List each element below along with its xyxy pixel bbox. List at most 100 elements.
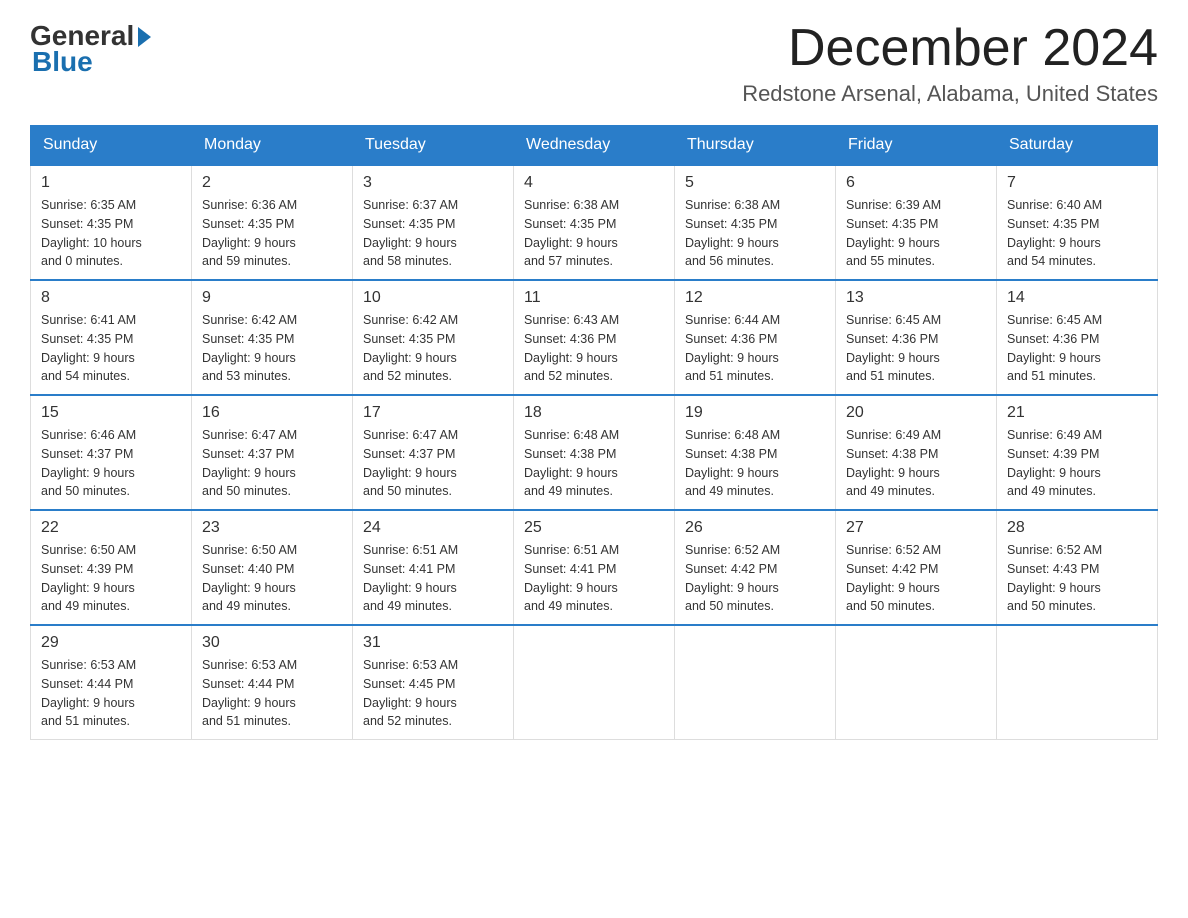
- table-row: [675, 625, 836, 740]
- day-number: 15: [41, 404, 181, 422]
- header-tuesday: Tuesday: [353, 126, 514, 166]
- day-number: 31: [363, 634, 503, 652]
- day-number: 19: [685, 404, 825, 422]
- table-row: 8 Sunrise: 6:41 AMSunset: 4:35 PMDaylight…: [31, 280, 192, 395]
- logo-blue: Blue: [32, 46, 93, 78]
- day-number: 17: [363, 404, 503, 422]
- day-info: Sunrise: 6:46 AMSunset: 4:37 PMDaylight:…: [41, 426, 181, 501]
- day-number: 11: [524, 289, 664, 307]
- table-row: 24 Sunrise: 6:51 AMSunset: 4:41 PMDayligh…: [353, 510, 514, 625]
- day-info: Sunrise: 6:51 AMSunset: 4:41 PMDaylight:…: [363, 541, 503, 616]
- table-row: [997, 625, 1158, 740]
- day-info: Sunrise: 6:52 AMSunset: 4:42 PMDaylight:…: [685, 541, 825, 616]
- header-monday: Monday: [192, 126, 353, 166]
- day-info: Sunrise: 6:35 AMSunset: 4:35 PMDaylight:…: [41, 196, 181, 271]
- day-number: 25: [524, 519, 664, 537]
- table-row: 9 Sunrise: 6:42 AMSunset: 4:35 PMDaylight…: [192, 280, 353, 395]
- table-row: 2 Sunrise: 6:36 AMSunset: 4:35 PMDaylight…: [192, 165, 353, 280]
- title-area: December 2024 Redstone Arsenal, Alabama,…: [742, 20, 1158, 107]
- calendar-week-row: 22 Sunrise: 6:50 AMSunset: 4:39 PMDayligh…: [31, 510, 1158, 625]
- table-row: 25 Sunrise: 6:51 AMSunset: 4:41 PMDayligh…: [514, 510, 675, 625]
- header-friday: Friday: [836, 126, 997, 166]
- day-number: 20: [846, 404, 986, 422]
- header-wednesday: Wednesday: [514, 126, 675, 166]
- table-row: 18Sunrise: 6:48 AMSunset: 4:38 PMDayligh…: [514, 395, 675, 510]
- day-info: Sunrise: 6:45 AMSunset: 4:36 PMDaylight:…: [846, 311, 986, 386]
- day-number: 13: [846, 289, 986, 307]
- header-thursday: Thursday: [675, 126, 836, 166]
- table-row: 15 Sunrise: 6:46 AMSunset: 4:37 PMDayligh…: [31, 395, 192, 510]
- table-row: 1Sunrise: 6:35 AMSunset: 4:35 PMDaylight…: [31, 165, 192, 280]
- location-subtitle: Redstone Arsenal, Alabama, United States: [742, 81, 1158, 107]
- table-row: 5 Sunrise: 6:38 AMSunset: 4:35 PMDaylight…: [675, 165, 836, 280]
- table-row: 30 Sunrise: 6:53 AMSunset: 4:44 PMDayligh…: [192, 625, 353, 740]
- table-row: 12Sunrise: 6:44 AMSunset: 4:36 PMDayligh…: [675, 280, 836, 395]
- day-number: 14: [1007, 289, 1147, 307]
- table-row: 17 Sunrise: 6:47 AMSunset: 4:37 PMDayligh…: [353, 395, 514, 510]
- day-number: 28: [1007, 519, 1147, 537]
- day-info: Sunrise: 6:53 AMSunset: 4:45 PMDaylight:…: [363, 656, 503, 731]
- day-info: Sunrise: 6:41 AMSunset: 4:35 PMDaylight:…: [41, 311, 181, 386]
- day-number: 30: [202, 634, 342, 652]
- day-info: Sunrise: 6:36 AMSunset: 4:35 PMDaylight:…: [202, 196, 342, 271]
- header-saturday: Saturday: [997, 126, 1158, 166]
- day-number: 6: [846, 174, 986, 192]
- calendar-week-row: 29 Sunrise: 6:53 AMSunset: 4:44 PMDayligh…: [31, 625, 1158, 740]
- table-row: 26 Sunrise: 6:52 AMSunset: 4:42 PMDayligh…: [675, 510, 836, 625]
- day-info: Sunrise: 6:49 AMSunset: 4:39 PMDaylight:…: [1007, 426, 1147, 501]
- day-number: 24: [363, 519, 503, 537]
- table-row: 11Sunrise: 6:43 AMSunset: 4:36 PMDayligh…: [514, 280, 675, 395]
- table-row: 14 Sunrise: 6:45 AMSunset: 4:36 PMDayligh…: [997, 280, 1158, 395]
- day-info: Sunrise: 6:42 AMSunset: 4:35 PMDaylight:…: [363, 311, 503, 386]
- day-number: 21: [1007, 404, 1147, 422]
- table-row: [514, 625, 675, 740]
- day-info: Sunrise: 6:40 AMSunset: 4:35 PMDaylight:…: [1007, 196, 1147, 271]
- table-row: 28Sunrise: 6:52 AMSunset: 4:43 PMDayligh…: [997, 510, 1158, 625]
- day-info: Sunrise: 6:38 AMSunset: 4:35 PMDaylight:…: [685, 196, 825, 271]
- day-info: Sunrise: 6:53 AMSunset: 4:44 PMDaylight:…: [41, 656, 181, 731]
- table-row: 27Sunrise: 6:52 AMSunset: 4:42 PMDayligh…: [836, 510, 997, 625]
- table-row: 19Sunrise: 6:48 AMSunset: 4:38 PMDayligh…: [675, 395, 836, 510]
- day-number: 5: [685, 174, 825, 192]
- table-row: 3 Sunrise: 6:37 AMSunset: 4:35 PMDaylight…: [353, 165, 514, 280]
- table-row: 20 Sunrise: 6:49 AMSunset: 4:38 PMDayligh…: [836, 395, 997, 510]
- calendar-week-row: 1Sunrise: 6:35 AMSunset: 4:35 PMDaylight…: [31, 165, 1158, 280]
- day-info: Sunrise: 6:50 AMSunset: 4:40 PMDaylight:…: [202, 541, 342, 616]
- day-number: 22: [41, 519, 181, 537]
- day-number: 23: [202, 519, 342, 537]
- day-info: Sunrise: 6:53 AMSunset: 4:44 PMDaylight:…: [202, 656, 342, 731]
- table-row: 23 Sunrise: 6:50 AMSunset: 4:40 PMDayligh…: [192, 510, 353, 625]
- day-number: 27: [846, 519, 986, 537]
- day-info: Sunrise: 6:51 AMSunset: 4:41 PMDaylight:…: [524, 541, 664, 616]
- day-info: Sunrise: 6:38 AMSunset: 4:35 PMDaylight:…: [524, 196, 664, 271]
- table-row: 6Sunrise: 6:39 AMSunset: 4:35 PMDaylight…: [836, 165, 997, 280]
- table-row: 10Sunrise: 6:42 AMSunset: 4:35 PMDayligh…: [353, 280, 514, 395]
- day-number: 2: [202, 174, 342, 192]
- weekday-header-row: Sunday Monday Tuesday Wednesday Thursday…: [31, 126, 1158, 166]
- day-number: 9: [202, 289, 342, 307]
- day-info: Sunrise: 6:50 AMSunset: 4:39 PMDaylight:…: [41, 541, 181, 616]
- table-row: 16 Sunrise: 6:47 AMSunset: 4:37 PMDayligh…: [192, 395, 353, 510]
- day-number: 3: [363, 174, 503, 192]
- day-info: Sunrise: 6:47 AMSunset: 4:37 PMDaylight:…: [202, 426, 342, 501]
- day-number: 29: [41, 634, 181, 652]
- table-row: [836, 625, 997, 740]
- day-number: 4: [524, 174, 664, 192]
- table-row: 29 Sunrise: 6:53 AMSunset: 4:44 PMDayligh…: [31, 625, 192, 740]
- day-number: 16: [202, 404, 342, 422]
- table-row: 31 Sunrise: 6:53 AMSunset: 4:45 PMDayligh…: [353, 625, 514, 740]
- day-info: Sunrise: 6:45 AMSunset: 4:36 PMDaylight:…: [1007, 311, 1147, 386]
- month-year-title: December 2024: [742, 20, 1158, 77]
- day-info: Sunrise: 6:47 AMSunset: 4:37 PMDaylight:…: [363, 426, 503, 501]
- day-info: Sunrise: 6:37 AMSunset: 4:35 PMDaylight:…: [363, 196, 503, 271]
- day-number: 8: [41, 289, 181, 307]
- calendar-table: Sunday Monday Tuesday Wednesday Thursday…: [30, 125, 1158, 740]
- logo-triangle-icon: [138, 27, 151, 47]
- calendar-week-row: 15 Sunrise: 6:46 AMSunset: 4:37 PMDayligh…: [31, 395, 1158, 510]
- day-info: Sunrise: 6:42 AMSunset: 4:35 PMDaylight:…: [202, 311, 342, 386]
- table-row: 13 Sunrise: 6:45 AMSunset: 4:36 PMDayligh…: [836, 280, 997, 395]
- table-row: 4 Sunrise: 6:38 AMSunset: 4:35 PMDaylight…: [514, 165, 675, 280]
- day-number: 26: [685, 519, 825, 537]
- day-info: Sunrise: 6:49 AMSunset: 4:38 PMDaylight:…: [846, 426, 986, 501]
- table-row: 22 Sunrise: 6:50 AMSunset: 4:39 PMDayligh…: [31, 510, 192, 625]
